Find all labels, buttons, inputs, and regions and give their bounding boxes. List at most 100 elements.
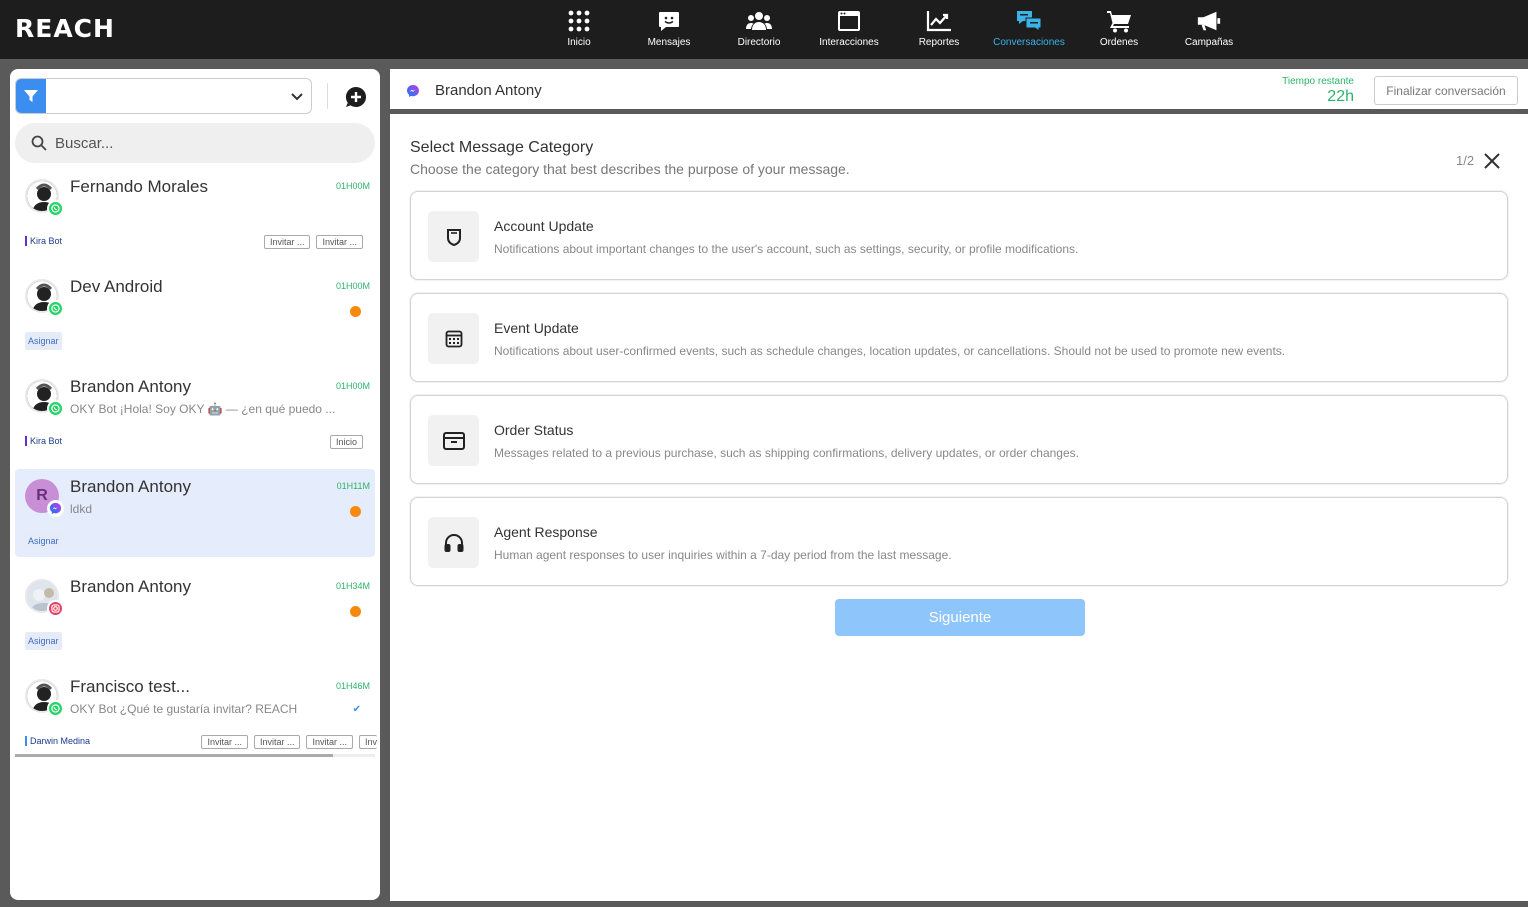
search-input[interactable] — [55, 133, 355, 153]
nav-reportes[interactable]: Reportes — [894, 0, 984, 59]
agent-label: Darwin Medina — [25, 736, 90, 746]
filter-select[interactable] — [15, 78, 312, 114]
unread-dot — [350, 606, 361, 617]
nav-label: Inicio — [567, 37, 591, 48]
whatsapp-icon — [47, 700, 64, 717]
nav-ordenes[interactable]: Ordenes — [1074, 0, 1164, 59]
tag[interactable]: Inicio — [329, 435, 363, 449]
cart-icon — [1106, 8, 1132, 34]
chevron-down-icon[interactable] — [289, 88, 305, 104]
whatsapp-icon — [47, 200, 64, 217]
filter-icon — [24, 90, 38, 102]
conversation-time: 01H00M — [335, 281, 370, 291]
category-title: Select Message Category — [410, 139, 594, 156]
end-conversation-button[interactable]: Finalizar conversación — [1374, 76, 1518, 105]
nav-label: Conversaciones — [993, 37, 1065, 48]
unread-dot — [350, 506, 361, 517]
messenger-icon — [47, 500, 64, 517]
option-description: Notifications about user-confirmed event… — [494, 344, 1286, 358]
option-title: Agent Response — [494, 524, 598, 540]
nav-interacciones[interactable]: Interacciones — [804, 0, 894, 59]
assign-button[interactable]: Asignar — [25, 632, 62, 650]
users-icon — [746, 8, 772, 34]
contact-name: Francisco test... — [70, 677, 190, 696]
nav-inicio[interactable]: Inicio — [534, 0, 624, 59]
contact-name: Dev Android — [70, 277, 163, 296]
time-remaining-value: 22h — [1327, 88, 1354, 105]
nav-mensajes[interactable]: Mensajes — [624, 0, 714, 59]
option-description: Notifications about important changes to… — [494, 242, 1079, 256]
conversation-list-panel: Fernando Morales 01H00M Kira Bot Invitar… — [10, 69, 380, 900]
message-preview: ldkd — [70, 502, 93, 516]
chat-panel: Brandon Antony Tiempo restante 22h Final… — [390, 69, 1528, 901]
nav-label: Mensajes — [647, 37, 691, 48]
nav-label: Campañas — [1184, 37, 1234, 48]
step-indicator: 1/2 — [1456, 153, 1475, 168]
grid-icon — [566, 8, 592, 34]
conversation-item[interactable]: Francisco test... 01H46M OKY Bot ¿Qué te… — [15, 669, 377, 757]
app-logo[interactable]: REACH — [15, 14, 115, 43]
conversation-time: 01H00M — [335, 381, 370, 391]
tag[interactable]: Invitar ... — [263, 235, 311, 249]
contact-name: Brandon Antony — [70, 477, 191, 496]
nav-campanas[interactable]: Campañas — [1164, 0, 1254, 59]
contact-name: Fernando Morales — [70, 177, 208, 196]
horizontal-scrollbar[interactable] — [15, 754, 375, 757]
category-option-agent-response[interactable]: Agent Response Human agent responses to … — [410, 497, 1508, 586]
conversation-time: 01H00M — [335, 181, 370, 191]
unread-dot — [350, 306, 361, 317]
conversation-item[interactable]: Fernando Morales 01H00M Kira Bot Invitar… — [15, 169, 375, 257]
tag[interactable]: Invitar ... — [201, 735, 248, 749]
chat-contact-name: Brandon Antony — [435, 82, 542, 99]
chart-line-icon — [926, 8, 952, 34]
conversation-time: 01H11M — [336, 481, 370, 491]
conversation-item[interactable]: Brandon Antony 01H34M Asignar — [15, 569, 375, 657]
conversation-item[interactable]: Brandon Antony 01H00M OKY Bot ¡Hola! Soy… — [15, 369, 375, 457]
nav-label: Directorio — [737, 37, 781, 48]
window-icon — [836, 8, 862, 34]
whatsapp-icon — [47, 300, 64, 317]
tag[interactable]: Invitar ... — [253, 735, 301, 749]
message-smile-icon — [656, 8, 682, 34]
headphones-icon — [428, 517, 479, 568]
close-icon[interactable] — [1483, 152, 1501, 170]
option-description: Messages related to a previous purchase,… — [494, 446, 1079, 460]
tag-list: Invitar ... Invitar ... Invitar ... Inv — [201, 735, 377, 749]
instagram-icon — [47, 600, 64, 617]
whatsapp-icon — [47, 400, 64, 417]
message-preview: OKY Bot ¡Hola! Soy OKY 🤖 — ¿en qué puedo… — [70, 402, 336, 416]
next-button[interactable]: Siguiente — [835, 599, 1085, 636]
search-box[interactable] — [15, 123, 375, 163]
tag[interactable]: Invitar ... — [306, 735, 353, 749]
divider — [327, 83, 328, 109]
option-title: Order Status — [494, 422, 574, 438]
conversation-item-selected[interactable]: R Brandon Antony 01H11M ldkd Asignar — [15, 469, 375, 557]
scrollbar-thumb[interactable] — [15, 754, 333, 757]
messenger-icon — [407, 85, 419, 97]
tag-list: Invitar ... Invitar ... — [263, 235, 363, 249]
tag[interactable]: Invitar ... — [316, 235, 363, 249]
filter-button[interactable] — [16, 79, 46, 113]
megaphone-icon — [1196, 8, 1222, 34]
category-option-order-status[interactable]: Order Status Messages related to a previ… — [410, 395, 1508, 484]
nav-conversaciones[interactable]: Conversaciones — [984, 0, 1074, 59]
option-description: Human agent responses to user inquiries … — [494, 548, 952, 562]
option-title: Account Update — [494, 218, 594, 234]
contact-name: Brandon Antony — [70, 577, 191, 596]
top-navbar: REACH Inicio Mensajes Directorio Interac… — [0, 0, 1528, 59]
conversation-item[interactable]: Dev Android 01H00M Asignar — [15, 269, 375, 357]
chat-bubbles-icon — [1016, 8, 1042, 34]
tag-list: Inicio — [329, 435, 363, 449]
assign-button[interactable]: Asignar — [25, 532, 62, 550]
nav-label: Ordenes — [1099, 37, 1139, 48]
category-option-account-update[interactable]: Account Update Notifications about impor… — [410, 191, 1508, 280]
nav-directorio[interactable]: Directorio — [714, 0, 804, 59]
nav-label: Reportes — [918, 37, 960, 48]
tag[interactable]: Inv — [358, 735, 377, 749]
assign-button[interactable]: Asignar — [25, 332, 62, 350]
conversation-time: 01H34M — [335, 581, 370, 591]
category-subtitle: Choose the category that best describes … — [410, 161, 850, 177]
category-option-event-update[interactable]: Event Update Notifications about user-co… — [410, 293, 1508, 382]
main-nav: Inicio Mensajes Directorio Interacciones… — [534, 0, 1254, 59]
new-chat-plus-icon[interactable] — [345, 86, 367, 108]
